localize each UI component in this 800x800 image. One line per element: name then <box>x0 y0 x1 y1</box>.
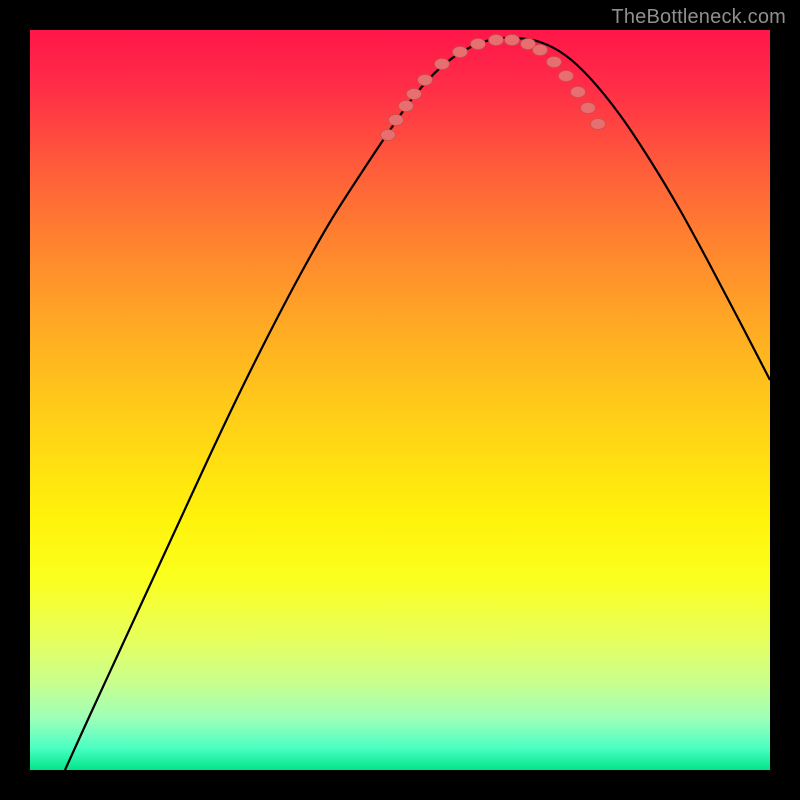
curve-marker <box>381 130 396 141</box>
curve-marker <box>435 59 450 70</box>
curve-marker <box>418 75 433 86</box>
marker-band <box>381 35 606 141</box>
attribution-text: TheBottleneck.com <box>611 6 786 29</box>
bottleneck-curve-svg <box>30 30 770 770</box>
curve-marker <box>489 35 504 46</box>
plot-area <box>30 30 770 770</box>
curve-marker <box>399 101 414 112</box>
curve-marker <box>389 115 404 126</box>
curve-marker <box>453 47 468 58</box>
curve-marker <box>505 35 520 46</box>
curve-marker <box>559 71 574 82</box>
chart-stage: TheBottleneck.com <box>0 0 800 800</box>
curve-marker <box>471 39 486 50</box>
bottleneck-curve <box>65 38 770 770</box>
curve-marker <box>571 87 586 98</box>
curve-marker <box>533 45 548 56</box>
curve-marker <box>407 89 422 100</box>
curve-marker <box>591 119 606 130</box>
curve-marker <box>547 57 562 68</box>
curve-marker <box>581 103 596 114</box>
